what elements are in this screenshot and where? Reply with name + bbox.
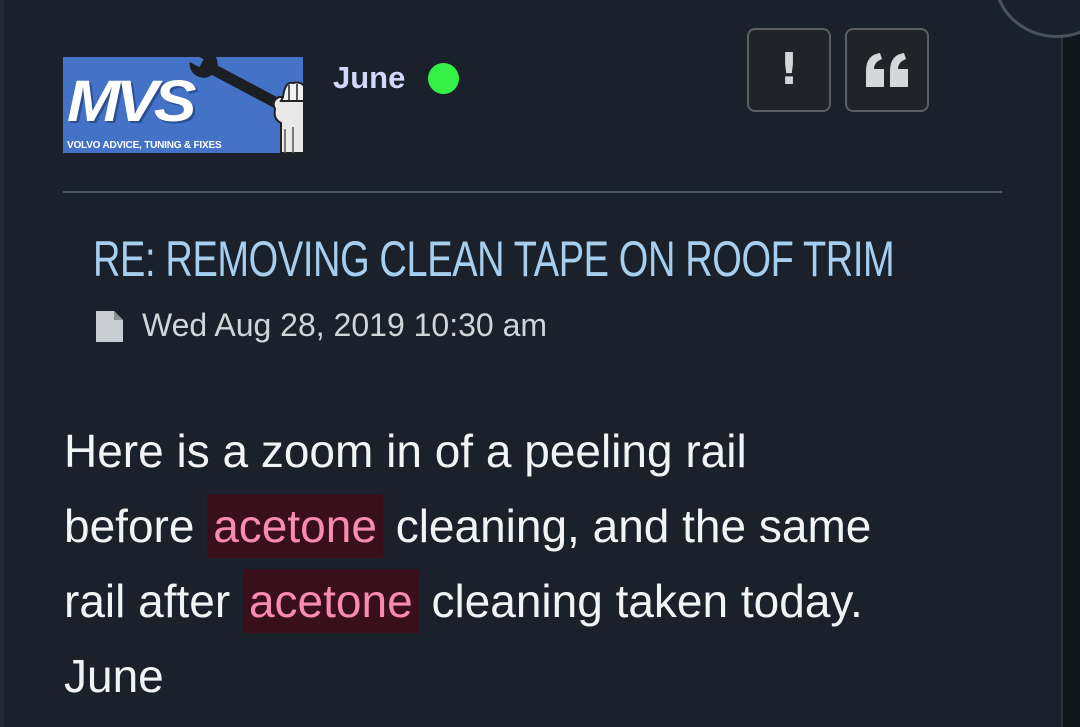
avatar[interactable]: MVS VOLVO ADVICE, TUNING & FIXES — [63, 57, 303, 153]
author-name[interactable]: June — [333, 60, 405, 96]
post-body: Here is a zoom in of a peeling rail befo… — [64, 414, 1024, 714]
body-line-2: before acetone cleaning, and the same — [64, 489, 1024, 564]
online-status-indicator — [428, 63, 459, 94]
body-text: rail after — [64, 575, 231, 627]
header-divider — [63, 191, 1002, 193]
corner-ring — [994, 0, 1080, 38]
exclamation-icon: ! — [778, 44, 800, 95]
signature: June — [64, 650, 164, 702]
quote-button[interactable] — [845, 28, 929, 112]
post-title[interactable]: RE: REMOVING CLEAN TAPE ON ROOF TRIM — [93, 226, 895, 292]
quote-icon — [866, 53, 908, 87]
body-text: cleaning, and the same — [395, 500, 872, 552]
body-text: before — [64, 500, 195, 552]
body-line-1: Here is a zoom in of a peeling rail — [64, 425, 747, 477]
body-line-3: rail after acetone cleaning taken today. — [64, 564, 1024, 639]
report-button[interactable]: ! — [747, 28, 831, 112]
post-date: Wed Aug 28, 2019 10:30 am — [142, 307, 548, 343]
document-icon — [96, 311, 123, 342]
logo-text: MVS — [67, 69, 196, 134]
search-highlight: acetone — [242, 569, 419, 633]
scroll-rail — [1061, 0, 1080, 727]
left-edge-border — [0, 0, 4, 727]
search-highlight: acetone — [207, 494, 383, 558]
wrench-fist-icon — [187, 57, 303, 153]
post-container: MVS VOLVO ADVICE, TUNING & FIXES June ! — [0, 0, 1080, 727]
body-text: cleaning taken today. — [431, 575, 863, 627]
